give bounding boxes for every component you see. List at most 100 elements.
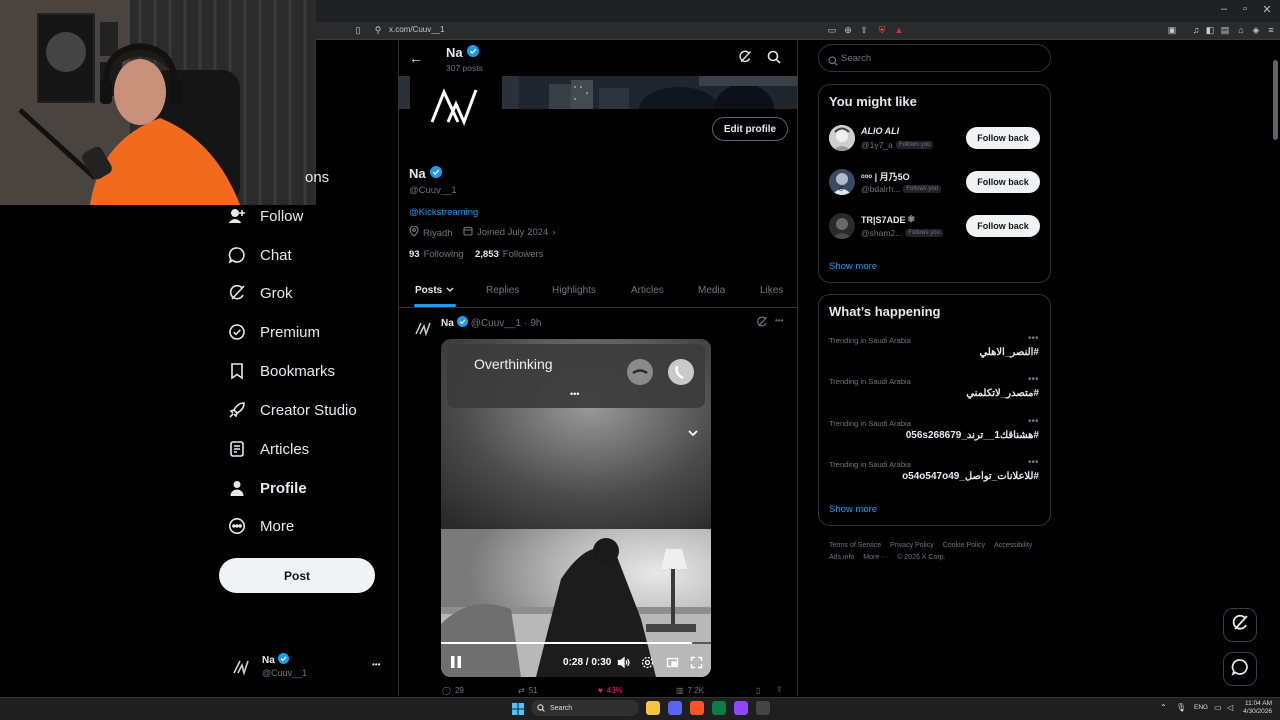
back-arrow-icon[interactable]: ← — [409, 50, 423, 66]
shield-icon[interactable]: ◈ — [1250, 24, 1262, 36]
share-icon[interactable]: ⇪ — [776, 685, 783, 694]
account-more-button[interactable]: ••• — [372, 660, 380, 669]
picture-in-picture-icon[interactable] — [666, 656, 679, 674]
footer-link[interactable]: Ads info — [829, 554, 854, 561]
footer-link[interactable]: Privacy Policy — [890, 542, 934, 549]
nav-item-follow[interactable]: Follow — [228, 201, 303, 231]
footer-link[interactable]: Accessibility — [994, 542, 1032, 549]
trend-hashtag[interactable]: #هشناقك1__ترند_056s268679 — [906, 430, 1039, 441]
nav-item-profile[interactable]: Profile — [228, 473, 307, 503]
nav-item-premium[interactable]: Premium — [228, 317, 320, 347]
screen-icon[interactable]: ▭ — [826, 24, 838, 36]
reply-button[interactable]: ◯ 29 — [442, 686, 464, 695]
nav-item-articles[interactable]: Articles — [228, 434, 309, 464]
footer-link[interactable]: Terms of Service — [829, 542, 881, 549]
tab-highlights[interactable]: Highlights — [552, 276, 596, 304]
joined-row[interactable]: Joined July 2024 › — [463, 226, 555, 239]
post-author-avatar[interactable] — [411, 316, 435, 340]
close-window-button[interactable]: ✕ — [1259, 3, 1275, 16]
obs-icon[interactable] — [756, 701, 770, 715]
tab-likes[interactable]: Likes — [760, 276, 783, 304]
footer-link[interactable]: More ··· — [863, 554, 888, 561]
account-name-row[interactable]: Na — [262, 653, 289, 667]
tab-articles[interactable]: Articles — [631, 276, 664, 304]
trend-more-button[interactable]: ••• — [1028, 416, 1039, 427]
search-placeholder[interactable]: Search — [841, 53, 871, 64]
zoom-icon[interactable]: ⊕ — [842, 24, 854, 36]
share-icon[interactable]: ⇪ — [858, 24, 870, 36]
rewards-icon[interactable]: ▲ — [893, 24, 905, 36]
network-icon[interactable]: ▭ — [1214, 703, 1222, 712]
music-icon[interactable]: ♫ — [1190, 24, 1202, 36]
nav-item-chat[interactable]: Chat — [228, 240, 292, 270]
nav-item-more[interactable]: More — [228, 511, 294, 541]
grok-fab[interactable] — [1223, 608, 1257, 642]
follow-back-button[interactable]: Follow back — [966, 215, 1040, 237]
menu-icon[interactable]: ≡ — [1265, 24, 1277, 36]
nav-item-creator-studio[interactable]: Creator Studio — [228, 395, 357, 425]
brave-icon[interactable] — [690, 701, 704, 715]
twitch-icon[interactable] — [734, 701, 748, 715]
user-name[interactable]: ᵒᵒᵒ | 月乃5O — [861, 170, 910, 183]
url-text[interactable]: x.com/Cuuv__1 — [389, 25, 445, 34]
user-avatar[interactable]: 8 — [829, 169, 855, 195]
file-explorer-icon[interactable] — [646, 701, 660, 715]
volume-icon[interactable]: ◁ — [1227, 703, 1233, 712]
brave-shield-icon[interactable]: ⛨ — [876, 24, 888, 36]
search-icon[interactable] — [767, 50, 781, 69]
views-button[interactable]: ▥ 7.2K — [676, 686, 704, 695]
post-author[interactable]: Na — [441, 318, 454, 329]
sidebar-toggle-icon[interactable]: ▣ — [1166, 24, 1178, 36]
post-button[interactable]: Post — [219, 558, 375, 593]
tab-replies[interactable]: Replies — [486, 276, 519, 304]
excel-icon[interactable] — [712, 701, 726, 715]
discord-icon[interactable] — [668, 701, 682, 715]
user-name-row[interactable]: TR|S7ADE ✾ — [861, 214, 915, 225]
trend-more-button[interactable]: ••• — [1028, 333, 1039, 344]
taskbar-search[interactable]: Search — [531, 700, 639, 716]
settings-gear-icon[interactable] — [641, 656, 654, 674]
nav-item-grok[interactable]: Grok — [228, 278, 293, 308]
tab-posts[interactable]: Posts — [415, 276, 454, 304]
profile-avatar[interactable] — [410, 72, 502, 142]
follow-back-button[interactable]: Follow back — [966, 127, 1040, 149]
tab-media[interactable]: Media — [698, 276, 725, 304]
grok-icon[interactable] — [756, 315, 768, 333]
follow-back-button[interactable]: Follow back — [966, 171, 1040, 193]
wallet-icon[interactable]: ▤ — [1219, 24, 1231, 36]
trend-more-button[interactable]: ••• — [1028, 457, 1039, 468]
windows-start-icon[interactable] — [512, 702, 524, 720]
site-info-icon[interactable]: ⚲ — [372, 24, 384, 36]
chat-fab[interactable] — [1223, 652, 1257, 686]
scrollbar-thumb[interactable] — [1273, 60, 1278, 140]
vpn-icon[interactable]: ⌂ — [1235, 24, 1247, 36]
repost-button[interactable]: ⇄ 51 — [518, 686, 538, 695]
post-more-button[interactable]: ••• — [775, 316, 783, 325]
profile-link[interactable]: @Kickstreaming — [409, 207, 478, 218]
trend-hashtag[interactable]: #النصر_الاهلي — [979, 347, 1039, 358]
show-more-link[interactable]: Show more — [829, 261, 877, 272]
trend-hashtag[interactable]: #للاعلانات_تواصل_o54o547o49 — [902, 471, 1039, 482]
footer-link[interactable]: Cookie Policy — [943, 542, 985, 549]
nav-item-bookmarks[interactable]: Bookmarks — [228, 356, 335, 386]
nav-item-partial[interactable]: ons — [305, 169, 329, 186]
followers-link[interactable]: 2,853 Followers — [475, 249, 543, 260]
edit-profile-button[interactable]: Edit profile — [712, 117, 788, 141]
user-avatar[interactable] — [829, 125, 855, 151]
trend-more-button[interactable]: ••• — [1028, 374, 1039, 385]
pause-icon[interactable] — [450, 655, 462, 674]
language-indicator[interactable]: ENG — [1194, 704, 1208, 711]
panel-icon[interactable]: ◧ — [1204, 24, 1216, 36]
following-link[interactable]: 93 Following — [409, 249, 464, 260]
user-name[interactable]: ALIO ALI — [861, 126, 899, 136]
fullscreen-icon[interactable] — [690, 656, 703, 674]
show-more-link[interactable]: Show more — [829, 504, 877, 515]
post-handle[interactable]: @Cuuv__1 — [471, 318, 521, 329]
clock[interactable]: 11:04 AM 4/30/2026 — [1240, 700, 1272, 716]
user-avatar[interactable] — [829, 213, 855, 239]
maximize-button[interactable]: ▫ — [1237, 3, 1253, 15]
like-button[interactable]: ♥ 43% — [598, 686, 623, 695]
bookmark-icon[interactable]: ▯ — [756, 686, 760, 695]
post-time[interactable]: 9h — [530, 318, 541, 329]
minimize-button[interactable]: – — [1216, 3, 1232, 15]
